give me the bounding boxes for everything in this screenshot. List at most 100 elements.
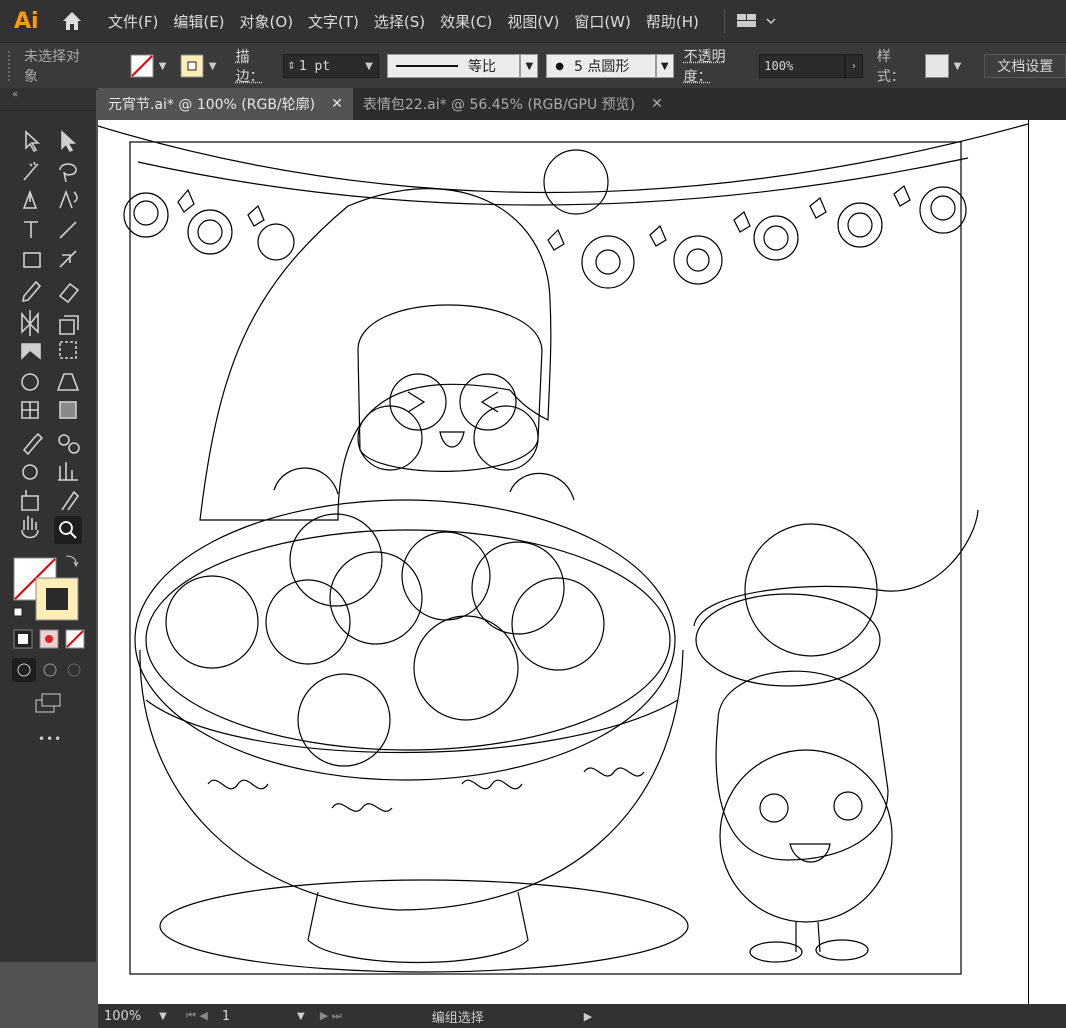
bowl-plate [159, 879, 689, 973]
workspace-switcher-icon[interactable] [735, 11, 779, 31]
graph-tool-icon [58, 462, 78, 481]
last-artboard-icon[interactable]: ▶ ⏭ [320, 1009, 342, 1023]
brush-dot-icon: ● [555, 60, 564, 72]
opacity-value[interactable]: 100% [760, 59, 844, 73]
tab-yuanxiaojie[interactable]: 元宵节.ai* @ 100% (RGB/轮廓) ✕ [98, 88, 353, 120]
free-transform-icon [59, 341, 77, 359]
curvature-tool-icon [59, 189, 78, 209]
artboard-tool-icon [21, 490, 39, 511]
menu-view[interactable]: 视图(V) [507, 11, 559, 32]
tool-status: 编组选择 [431, 1010, 484, 1026]
selection-status: 未选择对象 [23, 49, 80, 85]
menu-file[interactable]: 文件(F) [108, 11, 158, 32]
lasso-icon [59, 163, 77, 183]
mesh-tool-icon [21, 401, 39, 419]
brush-definition[interactable]: ● 5 点圆形 [546, 54, 656, 78]
stroke-control[interactable]: ▼ [180, 54, 222, 78]
perspective-grid-icon [56, 373, 80, 391]
reflect-tool-icon [21, 310, 39, 336]
chevron-down-icon[interactable]: ▼ [154, 1004, 172, 1028]
close-icon[interactable]: ✕ [651, 96, 663, 112]
more-tools-button[interactable]: ••• [38, 732, 62, 746]
opacity-label[interactable]: 不透明度： [684, 46, 754, 86]
stepper-icon[interactable]: ⇕ [284, 61, 298, 72]
symbol-sprayer-icon [22, 464, 38, 480]
menu-object[interactable]: 对象(O) [240, 11, 294, 32]
pencil-tool-icon [21, 280, 42, 303]
default-colors-icon [13, 607, 23, 617]
menu-type[interactable]: 文字(T) [308, 11, 359, 32]
spoon [693, 509, 979, 627]
tools-collapse-button[interactable]: « [0, 88, 96, 111]
bunting-string [98, 123, 1028, 194]
menu-select[interactable]: 选择(S) [374, 11, 425, 32]
toolbar-icons [12, 130, 85, 713]
artboard-number[interactable]: 1 [222, 1009, 292, 1024]
graphic-style-swatch[interactable] [924, 54, 949, 78]
profile-label: 等比 [467, 59, 496, 75]
chevron-down-icon[interactable]: ▼ [520, 54, 539, 78]
chevron-down-icon[interactable]: ▼ [154, 54, 172, 78]
tab-label: 表情包22.ai* @ 56.45% (RGB/GPU 预览) [362, 97, 636, 113]
stroke-weight-value[interactable]: 1 pt [299, 59, 360, 74]
shaper-tool-icon [59, 250, 77, 268]
control-bar: 未选择对象 ▼ ▼ 描边： ⇕ 1 pt ▼ 等比 ▼ ● 5 点圆形 ▼ 不透… [0, 42, 1066, 90]
draw-behind-icon [43, 663, 57, 677]
shape-builder-icon [21, 373, 39, 391]
direct-selection-tool-icon [61, 130, 77, 153]
menu-help[interactable]: 帮助(H) [646, 11, 699, 32]
opacity-field[interactable]: 100% [759, 54, 845, 78]
style-label: 样式： [876, 49, 905, 85]
menu-edit[interactable]: 编辑(E) [173, 11, 224, 32]
stroke-swatch-icon[interactable] [180, 54, 204, 78]
artwork-outline[interactable] [98, 120, 1028, 1004]
zoom-level[interactable]: 100% [104, 1009, 154, 1024]
tab-label: 元宵节.ai* @ 100% (RGB/轮廓) [108, 97, 316, 113]
menu-effect[interactable]: 效果(C) [440, 11, 492, 32]
chevron-down-icon[interactable]: ▼ [360, 54, 378, 78]
standing-face [719, 749, 893, 923]
document-setup-button[interactable]: 文档设置 [984, 54, 1066, 78]
play-icon[interactable]: ▶ [584, 1010, 592, 1023]
chevron-down-icon[interactable]: ▼ [292, 1004, 310, 1028]
app-logo: Ai [14, 8, 39, 34]
draw-inside-icon [67, 663, 81, 677]
stroke-weight-field[interactable]: ⇕ 1 pt ▼ [283, 54, 379, 78]
type-tool-icon [24, 221, 38, 238]
home-icon[interactable] [60, 9, 84, 33]
main-menu: 文件(F) 编辑(E) 对象(O) 文字(T) 选择(S) 效果(C) 视图(V… [108, 11, 714, 32]
chevron-down-icon[interactable]: ▼ [949, 54, 967, 78]
variable-width-profile[interactable]: 等比 [386, 54, 521, 78]
eraser-tool-icon [58, 282, 80, 304]
tab-biaoqingbao[interactable]: 表情包22.ai* @ 56.45% (RGB/GPU 预览) ✕ [353, 88, 673, 120]
control-bar-grip [8, 51, 16, 81]
line-tool-icon [59, 221, 77, 239]
canvas-right-area [1028, 120, 1066, 1004]
status-bar: 100% ▼ ⏮ ◀ 1 ▼ ▶ ⏭ 编组选择 ▶ [98, 1004, 1066, 1028]
stroke-label[interactable]: 描边： [236, 46, 278, 86]
scale-tool-icon [59, 315, 79, 335]
zoom-tool-selected-bg [54, 516, 82, 544]
document-tabs: 元宵节.ai* @ 100% (RGB/轮廓) ✕ 表情包22.ai* @ 56… [98, 88, 1066, 120]
menu-window[interactable]: 窗口(W) [574, 11, 631, 32]
draw-normal-icon [12, 658, 36, 682]
swap-fill-stroke-icon [65, 555, 79, 568]
pen-tool-icon [22, 189, 38, 209]
chevron-right-icon[interactable]: › [844, 54, 863, 78]
fill-control[interactable]: ▼ [130, 54, 172, 78]
chevron-down-icon[interactable]: ▼ [655, 54, 674, 78]
bunting-inner [137, 157, 969, 206]
tangyuan-balls [165, 513, 605, 767]
gradient-tool-icon [59, 401, 77, 419]
fill-none-swatch-icon[interactable] [130, 54, 154, 78]
crying-ball [744, 523, 878, 657]
first-artboard-icon[interactable]: ⏮ ◀ [186, 1009, 208, 1023]
slice-tool-icon [61, 490, 80, 511]
width-tool-icon [21, 343, 41, 360]
eyedropper-icon [22, 432, 44, 456]
selection-tool-icon [25, 130, 41, 153]
chevron-down-icon[interactable]: ▼ [204, 54, 222, 78]
close-icon[interactable]: ✕ [331, 96, 343, 112]
tools-panel: « ••• [0, 88, 96, 962]
blend-tool-icon [58, 434, 70, 446]
